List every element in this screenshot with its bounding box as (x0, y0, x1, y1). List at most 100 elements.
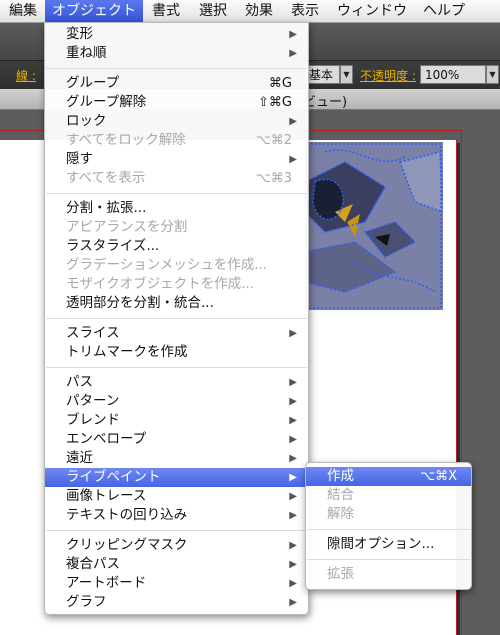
menu-select[interactable]: 選択 (192, 0, 234, 22)
live-paint-submenu: 作成 ⌥⌘X 結合 解除 隙間オプション... 拡張 (305, 462, 472, 590)
submenu-item-release[interactable]: 解除 (306, 505, 471, 524)
menu-item-shortcut: ⇧⌘G (258, 95, 292, 110)
menu-item-live-paint[interactable]: ライブペイント ▶ (45, 468, 308, 487)
menu-item-label: モザイクオブジェクトを作成... (66, 276, 255, 292)
menu-bar: 編集 オブジェクト 書式 選択 効果 表示 ウィンドウ ヘルプ (0, 0, 500, 23)
menu-item-image-trace[interactable]: 画像トレース ▶ (45, 487, 308, 506)
menu-item-ungroup[interactable]: グループ解除 ⇧⌘G (45, 93, 308, 112)
menu-item-label: スライス (66, 325, 120, 341)
menu-item-label: 変形 (66, 26, 93, 42)
menu-item-text-wrap[interactable]: テキストの回り込み ▶ (45, 506, 308, 525)
menu-item-label: 分割・拡張... (66, 200, 147, 216)
submenu-arrow-icon: ▶ (289, 377, 297, 388)
menu-item-label: パス (66, 374, 93, 390)
submenu-item-expand[interactable]: 拡張 (306, 565, 471, 584)
menu-item-shortcut: ⌘G (268, 76, 292, 91)
opacity-dropdown-arrow-icon[interactable]: ▼ (486, 65, 499, 84)
submenu-separator (307, 529, 470, 530)
opacity-label[interactable]: 不透明度 : (360, 67, 416, 84)
menu-item-perspective[interactable]: 遠近 ▶ (45, 449, 308, 468)
submenu-arrow-icon: ▶ (289, 116, 297, 127)
menu-item-clipping-mask[interactable]: クリッピングマスク ▶ (45, 536, 308, 555)
document-tab-title[interactable]: ビュー) (303, 91, 347, 110)
submenu-item-label: 隙間オプション... (327, 536, 435, 552)
menu-item-artboards[interactable]: アートボード ▶ (45, 574, 308, 593)
menu-item-flatten-transparency[interactable]: 透明部分を分割・統合... (45, 294, 308, 313)
style-dropdown-arrow-icon[interactable]: ▼ (340, 65, 353, 84)
menu-item-show-all[interactable]: すべてを表示 ⌥⌘3 (45, 169, 308, 188)
menu-item-label: 重ね順 (66, 45, 107, 61)
menu-item-graph[interactable]: グラフ ▶ (45, 593, 308, 612)
menu-item-label: パターン (66, 393, 120, 409)
menu-item-hide[interactable]: 隠す ▶ (45, 150, 308, 169)
submenu-arrow-icon: ▶ (289, 453, 297, 464)
submenu-separator (307, 559, 470, 560)
menu-item-label: すべてを表示 (66, 170, 146, 186)
menu-item-slice[interactable]: スライス ▶ (45, 324, 308, 343)
menu-edit[interactable]: 編集 (2, 0, 44, 22)
submenu-arrow-icon: ▶ (289, 29, 297, 40)
menu-item-shortcut: ⌥⌘2 (255, 133, 292, 148)
menu-separator (46, 68, 307, 69)
menu-item-label: すべてをロック解除 (66, 132, 186, 148)
menu-item-transform[interactable]: 変形 ▶ (45, 25, 308, 44)
menu-item-envelope[interactable]: エンベロープ ▶ (45, 430, 308, 449)
submenu-item-shortcut: ⌥⌘X (420, 469, 457, 484)
menu-item-create-object-mosaic[interactable]: モザイクオブジェクトを作成... (45, 275, 308, 294)
menu-item-expand-appearance[interactable]: アピアランスを分割 (45, 218, 308, 237)
submenu-item-make[interactable]: 作成 ⌥⌘X (306, 467, 471, 486)
menu-item-label: エンベロープ (66, 431, 147, 447)
submenu-arrow-icon: ▶ (289, 154, 297, 165)
style-select[interactable]: 基本 (304, 65, 340, 84)
menu-item-label: 遠近 (66, 450, 93, 466)
menu-item-label: グループ解除 (66, 94, 147, 110)
menu-item-unlock-all[interactable]: すべてをロック解除 ⌥⌘2 (45, 131, 308, 150)
menu-item-rasterize[interactable]: ラスタライズ... (45, 237, 308, 256)
menu-item-expand[interactable]: 分割・拡張... (45, 199, 308, 218)
traced-image-graphic (305, 142, 443, 310)
stroke-label[interactable]: 線 : (16, 67, 36, 84)
submenu-arrow-icon: ▶ (289, 48, 297, 59)
menu-separator (46, 193, 307, 194)
submenu-arrow-icon: ▶ (289, 396, 297, 407)
menu-item-label: ブレンド (66, 412, 120, 428)
menu-help[interactable]: ヘルプ (416, 0, 472, 22)
menu-item-create-trim-marks[interactable]: トリムマークを作成 (45, 343, 308, 362)
menu-item-label: トリムマークを作成 (66, 344, 188, 360)
menu-item-arrange[interactable]: 重ね順 ▶ (45, 44, 308, 63)
menu-object[interactable]: オブジェクト (45, 0, 143, 22)
menu-item-label: 透明部分を分割・統合... (66, 295, 214, 311)
menu-separator (46, 318, 307, 319)
menu-item-label: クリッピングマスク (66, 537, 188, 553)
menu-item-label: 隠す (66, 151, 93, 167)
menu-item-path[interactable]: パス ▶ (45, 373, 308, 392)
opacity-field[interactable]: 100% (420, 65, 486, 84)
menu-item-shortcut: ⌥⌘3 (255, 171, 292, 186)
menu-item-label: 画像トレース (66, 488, 147, 504)
menu-item-label: テキストの回り込み (66, 507, 188, 523)
menu-item-blend[interactable]: ブレンド ▶ (45, 411, 308, 430)
menu-item-label: グラデーションメッシュを作成... (66, 257, 268, 273)
menu-effect[interactable]: 効果 (238, 0, 280, 22)
submenu-arrow-icon: ▶ (289, 578, 297, 589)
menu-view[interactable]: 表示 (284, 0, 326, 22)
menu-item-label: グループ (66, 75, 120, 91)
submenu-item-merge[interactable]: 結合 (306, 486, 471, 505)
submenu-item-gap-options[interactable]: 隙間オプション... (306, 535, 471, 554)
menu-type[interactable]: 書式 (145, 0, 187, 22)
menu-item-pattern[interactable]: パターン ▶ (45, 392, 308, 411)
menu-window[interactable]: ウィンドウ (330, 0, 414, 22)
submenu-arrow-icon: ▶ (289, 510, 297, 521)
menu-item-lock[interactable]: ロック ▶ (45, 112, 308, 131)
object-menu-dropdown: 変形 ▶ 重ね順 ▶ グループ ⌘G グループ解除 ⇧⌘G ロック ▶ すべてをロック解除… (44, 22, 309, 615)
submenu-item-label: 解除 (327, 506, 354, 522)
traced-image[interactable] (305, 142, 443, 310)
menu-item-compound-path[interactable]: 複合パス ▶ (45, 555, 308, 574)
menu-separator (46, 367, 307, 368)
menu-item-group[interactable]: グループ ⌘G (45, 74, 308, 93)
submenu-arrow-icon: ▶ (289, 559, 297, 570)
submenu-arrow-icon: ▶ (289, 415, 297, 426)
menu-item-create-gradient-mesh[interactable]: グラデーションメッシュを作成... (45, 256, 308, 275)
submenu-item-label: 作成 (327, 468, 354, 484)
menu-item-label: 複合パス (66, 556, 120, 572)
